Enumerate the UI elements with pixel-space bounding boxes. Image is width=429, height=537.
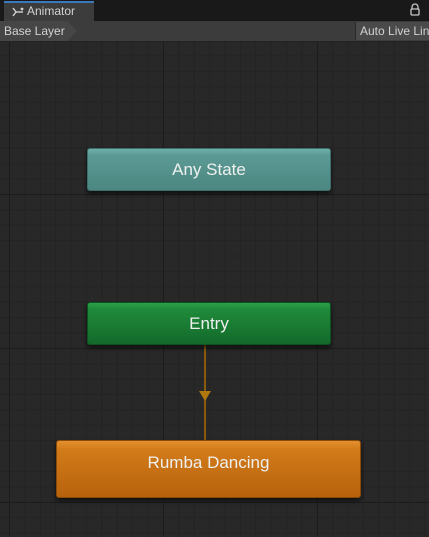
lock-icon[interactable] xyxy=(409,3,421,17)
auto-live-link-toggle[interactable]: Auto Live Lin xyxy=(355,22,429,40)
animator-icon xyxy=(12,5,24,22)
tab-animator[interactable]: Animator xyxy=(4,1,94,21)
any-state-node[interactable]: Any State xyxy=(87,148,331,191)
entry-node[interactable]: Entry xyxy=(87,302,331,345)
tab-bar: Animator xyxy=(0,0,429,21)
animator-window: Animator Base Layer Auto Live Lin Any St… xyxy=(0,0,429,537)
rumba-dancing-state-node[interactable]: Rumba Dancing xyxy=(56,440,361,498)
tab-label: Animator xyxy=(27,4,76,18)
breadcrumb-base-layer[interactable]: Base Layer xyxy=(0,21,77,41)
state-machine-graph[interactable]: Any State Entry Rumba Dancing xyxy=(0,42,429,537)
breadcrumb-toolbar: Base Layer Auto Live Lin xyxy=(0,21,429,42)
